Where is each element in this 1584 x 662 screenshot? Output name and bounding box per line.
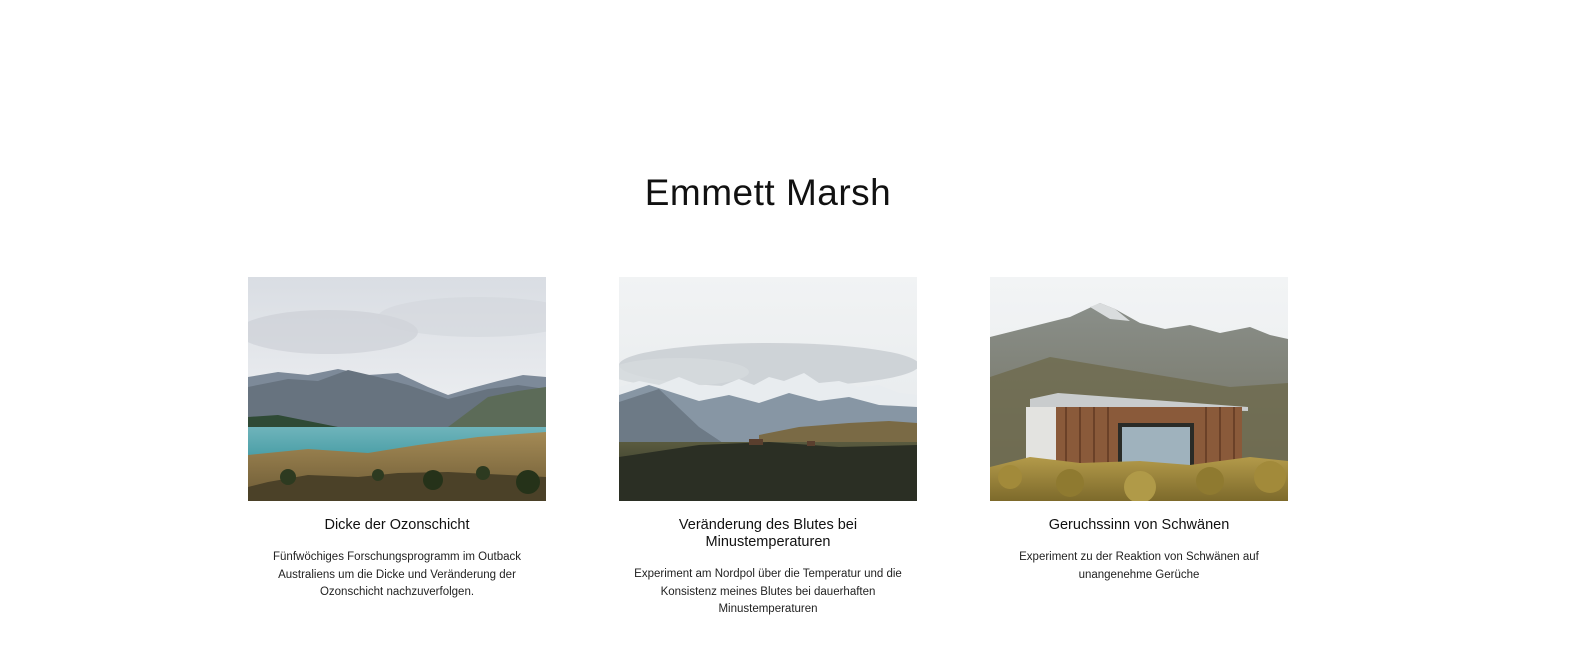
page-title: Emmett Marsh xyxy=(644,172,892,213)
project-card[interactable]: Veränderung des Blutes bei Minustemperat… xyxy=(619,277,917,619)
project-card-grid: Dicke der Ozonschicht Fünfwöchiges Forsc… xyxy=(248,277,1289,657)
project-card[interactable]: Geruchssinn von Schwänen Experiment zu d… xyxy=(990,277,1288,584)
project-card[interactable]: Dicke der Ozonschicht Fünfwöchiges Forsc… xyxy=(248,277,546,602)
project-title[interactable]: Veränderung des Blutes bei Minustemperat… xyxy=(619,517,917,551)
snowy-mountain-valley-photo[interactable] xyxy=(619,277,917,501)
wooden-cabin-mountain-photo[interactable] xyxy=(990,277,1288,501)
project-description: Fünfwöchiges Forschungsprogramm im Outba… xyxy=(273,551,521,598)
project-title[interactable]: Dicke der Ozonschicht xyxy=(248,517,546,534)
project-title[interactable]: Geruchssinn von Schwänen xyxy=(990,517,1288,534)
project-description: Experiment am Nordpol über die Temperatu… xyxy=(634,568,902,615)
project-description: Experiment zu der Reaktion von Schwänen … xyxy=(1019,551,1259,581)
lake-mountain-landscape-photo[interactable] xyxy=(248,277,546,501)
